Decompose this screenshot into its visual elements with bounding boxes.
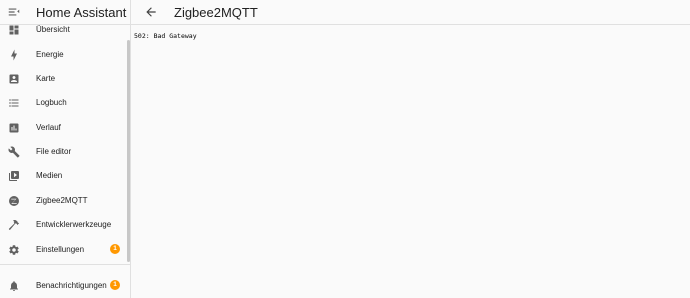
sidebar-item-label: Entwicklerwerkzeuge bbox=[36, 220, 112, 229]
sidebar-item-label: Logbuch bbox=[36, 98, 67, 107]
bell-icon bbox=[8, 280, 20, 292]
sidebar-item-zigbee2mqtt[interactable]: Zigbee2MQTT bbox=[0, 191, 125, 213]
page-title: Zigbee2MQTT bbox=[174, 5, 258, 20]
sidebar-item-entwicklerwerkzeuge[interactable]: Entwicklerwerkzeuge bbox=[0, 215, 125, 237]
chart-box-icon bbox=[8, 122, 20, 134]
sidebar: Übersicht Energie Karte Logbuch Verlauf bbox=[0, 0, 131, 298]
format-list-bulleted-icon bbox=[8, 97, 20, 109]
sidebar-item-verlauf[interactable]: Verlauf bbox=[0, 118, 125, 140]
sidebar-item-benachrichtigungen[interactable]: Benachrichtigungen 1 bbox=[0, 276, 125, 298]
dashboard-icon bbox=[8, 24, 20, 36]
settings-badge: 1 bbox=[110, 244, 120, 254]
sidebar-item-label: Zigbee2MQTT bbox=[36, 196, 88, 205]
notifications-badge: 1 bbox=[110, 280, 120, 290]
cog-icon bbox=[8, 244, 20, 256]
sidebar-item-label: Übersicht bbox=[36, 25, 70, 34]
sidebar-item-medien[interactable]: Medien bbox=[0, 166, 125, 188]
sidebar-scrollbar[interactable] bbox=[127, 40, 130, 262]
lightning-bolt-icon bbox=[8, 49, 20, 61]
main-content: 502: Bad Gateway bbox=[131, 25, 690, 298]
map-icon bbox=[8, 73, 20, 85]
hammer-icon bbox=[8, 219, 20, 231]
zigbee-icon bbox=[8, 195, 20, 207]
error-message: 502: Bad Gateway bbox=[134, 32, 197, 40]
sidebar-header: Home Assistant bbox=[0, 0, 130, 25]
sidebar-item-label: Benachrichtigungen bbox=[36, 281, 107, 290]
app-title: Home Assistant bbox=[36, 5, 127, 20]
sidebar-item-energie[interactable]: Energie bbox=[0, 45, 125, 67]
sidebar-divider bbox=[0, 264, 130, 265]
top-bar: Zigbee2MQTT bbox=[131, 0, 690, 25]
sidebar-item-karte[interactable]: Karte bbox=[0, 69, 125, 91]
menu-collapse-icon[interactable] bbox=[7, 5, 21, 19]
sidebar-item-label: Verlauf bbox=[36, 123, 61, 132]
sidebar-item-label: Einstellungen bbox=[36, 245, 85, 254]
sidebar-item-file-editor[interactable]: File editor bbox=[0, 142, 125, 164]
sidebar-item-label: Karte bbox=[36, 74, 56, 83]
sidebar-item-label: Medien bbox=[36, 171, 63, 180]
wrench-icon bbox=[8, 146, 20, 158]
sidebar-item-einstellungen[interactable]: Einstellungen 1 bbox=[0, 240, 125, 262]
sidebar-item-label: File editor bbox=[36, 147, 72, 156]
sidebar-item-label: Energie bbox=[36, 50, 64, 59]
back-arrow-icon[interactable] bbox=[144, 5, 158, 19]
sidebar-item-logbuch[interactable]: Logbuch bbox=[0, 93, 125, 115]
play-box-multiple-icon bbox=[8, 170, 20, 182]
